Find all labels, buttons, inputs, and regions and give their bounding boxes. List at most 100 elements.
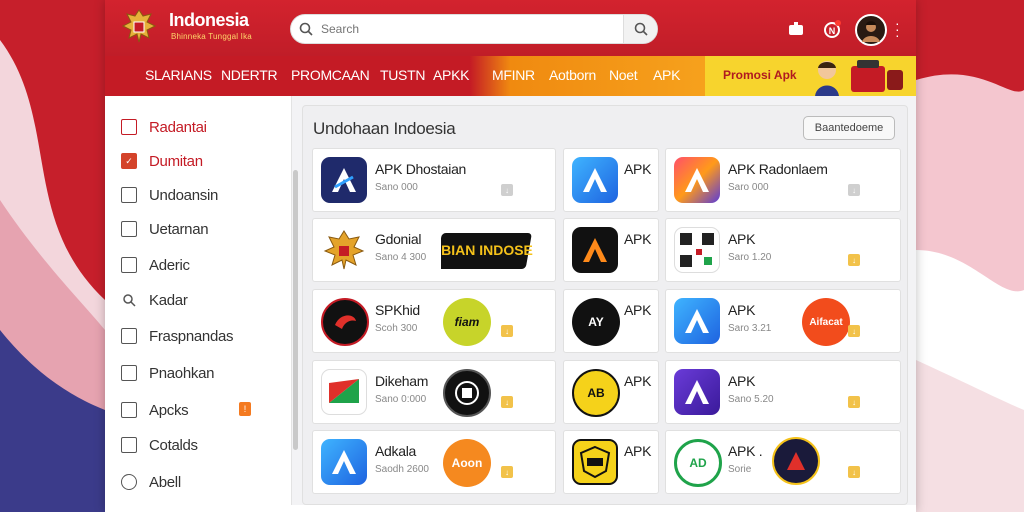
app-card[interactable]: AY APK	[563, 289, 659, 353]
search-bar[interactable]	[290, 14, 658, 44]
more-menu-icon[interactable]: · · ·	[895, 16, 900, 42]
search-input[interactable]	[321, 22, 623, 36]
sidebar-item-radantai[interactable]: Radantai	[121, 116, 207, 138]
sidebar-item-cotalds[interactable]: Cotalds	[121, 434, 198, 456]
page-title: Undohaan Indoesia	[313, 119, 456, 138]
sidebar-item-pnaohkan[interactable]: Pnaohkan	[121, 362, 214, 384]
app-card[interactable]: APK Saro 1.20 ↓	[665, 218, 901, 282]
download-icon[interactable]: ↓	[501, 396, 513, 408]
app-size: Saro 1.20	[728, 252, 772, 263]
download-icon[interactable]: ↓	[848, 396, 860, 408]
ay-logo: AY	[572, 298, 620, 346]
puzzle-icon[interactable]	[785, 18, 807, 40]
file-icon	[121, 187, 137, 203]
app-size: Sano 0:000	[375, 394, 427, 405]
nav-item[interactable]: APKK	[433, 67, 469, 83]
download-icon[interactable]: ↓	[848, 325, 860, 337]
top-bar: Indonesia Bhinneka Tunggal Ika N ···	[105, 0, 916, 56]
search-button[interactable]	[623, 15, 657, 43]
app-card[interactable]: SPKhid Scoh 300 fiam ↓	[312, 289, 556, 353]
sidebar-item-abell[interactable]: Abell	[121, 471, 181, 493]
sidebar-scrollbar[interactable]	[293, 170, 298, 450]
garuda-icon	[323, 230, 365, 270]
emblem-logo-icon	[772, 437, 820, 485]
app-title: APK	[624, 302, 652, 318]
app-title: APK	[624, 231, 652, 247]
sidebar-item-undoansin[interactable]: Undoansin	[121, 184, 218, 206]
nav-item[interactable]: APK	[653, 67, 680, 83]
nav-item[interactable]: SLARIANS	[145, 67, 212, 83]
flag-logo-icon	[321, 369, 367, 415]
app-size: Saodh 2600	[375, 464, 429, 475]
circle-icon	[121, 474, 137, 490]
sidebar-item-label: Undoansin	[149, 186, 219, 204]
sidebar-item-kadar[interactable]: Kadar	[121, 289, 188, 311]
nav-item[interactable]: Noet	[609, 67, 638, 83]
qr-code-icon	[674, 227, 720, 273]
app-logo-icon	[674, 369, 720, 415]
avatar[interactable]	[855, 14, 887, 46]
notification-icon[interactable]: N	[821, 18, 843, 40]
nav-item[interactable]: TUSTN	[380, 67, 425, 83]
download-icon[interactable]: ↓	[501, 466, 513, 478]
magnifier-icon	[121, 292, 137, 308]
app-card[interactable]: AD APK . Sorie ↓	[665, 430, 901, 494]
app-card[interactable]: APK	[563, 218, 659, 282]
sidebar-item-fraspnandas[interactable]: Fraspnandas	[121, 325, 234, 347]
bottom-edge	[105, 505, 916, 512]
app-title: APK	[624, 373, 652, 389]
sidebar-item-uetarnan[interactable]: Uetarnan	[121, 218, 209, 240]
app-card[interactable]: APK Radonlaem Saro 000 ↓	[665, 148, 901, 212]
sidebar-item-aderic[interactable]: Aderic	[121, 254, 190, 276]
app-card[interactable]: Gdonial Sano 4 300 BIAN INDOSE	[312, 218, 556, 282]
nav-item[interactable]: Aotborn	[549, 67, 596, 83]
sidebar-item-label: Cotalds	[149, 436, 198, 454]
brand-subtitle: Bhinneka Tunggal Ika	[171, 32, 252, 41]
app-title: APK Dhostaian	[375, 161, 467, 177]
action-button[interactable]: Baantedoeme	[803, 116, 895, 140]
sidebar-item-label: Pnaohkan	[149, 364, 215, 382]
aifacat-logo: Aifacat	[802, 298, 850, 346]
app-card[interactable]: APK Saro 3.21 Aifacat ↓	[665, 289, 901, 353]
promo-text: Promosi Apk	[723, 68, 797, 82]
download-icon[interactable]: ↓	[848, 184, 860, 196]
download-icon[interactable]: ↓	[848, 254, 860, 266]
app-logo-icon	[572, 157, 618, 203]
app-card[interactable]: APK	[563, 430, 659, 494]
app-card[interactable]: Adkala Saodh 2600 Aoon ↓	[312, 430, 556, 494]
app-card[interactable]: Dikeham Sano 0:000 ↓	[312, 360, 556, 424]
sidebar-item-apcks[interactable]: Apcks !	[121, 399, 251, 421]
banner-logo-text: BIAN INDOSE	[441, 242, 533, 258]
app-card[interactable]: APK Sano 5.20 ↓	[665, 360, 901, 424]
alert-badge: !	[239, 402, 251, 416]
promo-banner[interactable]: Promosi Apk	[705, 56, 916, 96]
download-icon[interactable]: ↓	[848, 466, 860, 478]
app-title: APK Radonlaem	[728, 161, 828, 177]
search-icon	[291, 14, 321, 44]
app-card[interactable]: APK	[563, 148, 659, 212]
mascot-icon	[815, 60, 903, 96]
sidebar-item-dumitan[interactable]: ✓ Dumitan	[121, 150, 203, 172]
brand-title: Indonesia	[169, 10, 249, 30]
app-size: Sano 4 300	[375, 252, 427, 263]
game-logo-icon	[443, 369, 491, 417]
nav-item[interactable]: NDERTR	[221, 67, 278, 83]
app-title: Dikeham	[375, 373, 429, 389]
app-size: Sano 000	[375, 182, 418, 193]
download-icon[interactable]: ↓	[501, 184, 513, 196]
nav-bar: SLARIANS NDERTR PROMCAAN TUSTN APKK MFIN…	[105, 56, 916, 96]
app-card[interactable]: APK Dhostaian Sano 000 ↓	[312, 148, 556, 212]
sidebar-item-label: Uetarnan	[149, 220, 209, 238]
search-icon	[634, 22, 648, 36]
document-icon	[121, 257, 137, 273]
sidebar-item-label: Fraspnandas	[149, 327, 234, 345]
app-card[interactable]: AB APK	[563, 360, 659, 424]
sidebar: Radantai ✓ Dumitan Undoansin Uetarnan Ad…	[105, 96, 292, 512]
check-icon: ✓	[121, 153, 137, 169]
sidebar-item-label: Radantai	[149, 118, 207, 136]
nav-item[interactable]: PROMCAAN	[291, 67, 370, 83]
box-icon	[121, 328, 137, 344]
app-title: SPKhid	[375, 302, 420, 318]
download-icon[interactable]: ↓	[501, 325, 513, 337]
nav-item[interactable]: MFINR	[492, 67, 535, 83]
